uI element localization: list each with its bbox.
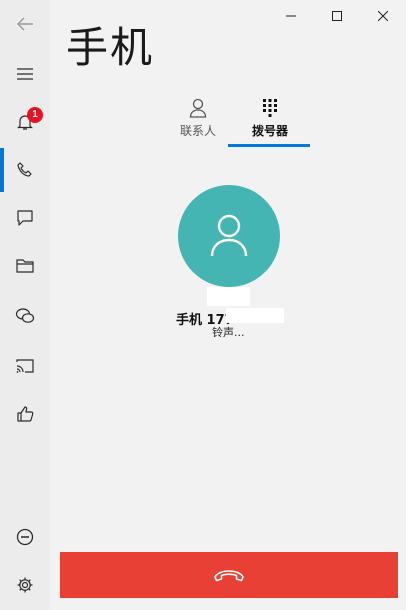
hang-up-icon — [214, 570, 244, 582]
caller-avatar — [178, 185, 280, 287]
page-title: 手机 — [66, 23, 155, 72]
sidebar-item-feedback[interactable] — [0, 392, 50, 436]
caller-label: 手机 — [176, 313, 203, 328]
sidebar-item-messages[interactable] — [0, 196, 50, 240]
minimize-icon — [286, 15, 296, 17]
maximize-button[interactable] — [314, 0, 360, 32]
redacted-caller-name — [207, 287, 250, 306]
tab-contacts-label: 联系人 — [179, 124, 216, 138]
sidebar: 1 — [0, 0, 50, 610]
phone-icon — [17, 162, 32, 177]
hamburger-icon — [17, 68, 33, 80]
tab-dialer[interactable]: 拨号器 — [230, 96, 310, 148]
hang-up-button[interactable] — [60, 552, 398, 598]
notification-badge: 1 — [27, 107, 43, 123]
folder-icon — [16, 259, 34, 273]
sidebar-item-apps[interactable] — [0, 294, 50, 338]
person-icon — [210, 214, 248, 257]
minimize-button[interactable] — [268, 0, 314, 32]
minus-circle-icon — [16, 528, 34, 546]
sidebar-item-screen[interactable] — [0, 344, 50, 388]
redacted-number — [226, 308, 284, 323]
settings-button[interactable] — [0, 563, 50, 607]
sidebar-item-notifications[interactable]: 1 — [0, 100, 50, 144]
keypad-icon — [263, 99, 277, 117]
close-icon — [378, 11, 388, 21]
tab-dialer-label: 拨号器 — [251, 124, 288, 138]
close-button[interactable] — [360, 0, 406, 32]
tab-contacts[interactable]: 联系人 — [158, 96, 238, 148]
cast-icon — [16, 359, 34, 373]
call-status: 铃声... — [212, 326, 245, 339]
tab-selected-indicator — [228, 144, 310, 147]
tab-bar: 联系人 拨号器 — [158, 96, 318, 148]
chat-bubbles-icon — [15, 308, 35, 323]
person-icon — [189, 98, 207, 118]
maximize-icon — [332, 11, 342, 21]
sidebar-item-calls[interactable] — [0, 148, 50, 192]
back-button[interactable] — [0, 2, 50, 46]
back-arrow-icon — [17, 17, 33, 31]
disconnect-button[interactable] — [0, 515, 50, 559]
thumbs-up-icon — [17, 406, 34, 422]
sidebar-item-photos[interactable] — [0, 244, 50, 288]
chat-icon — [17, 210, 33, 226]
menu-button[interactable] — [0, 52, 50, 96]
gear-icon — [17, 577, 33, 593]
